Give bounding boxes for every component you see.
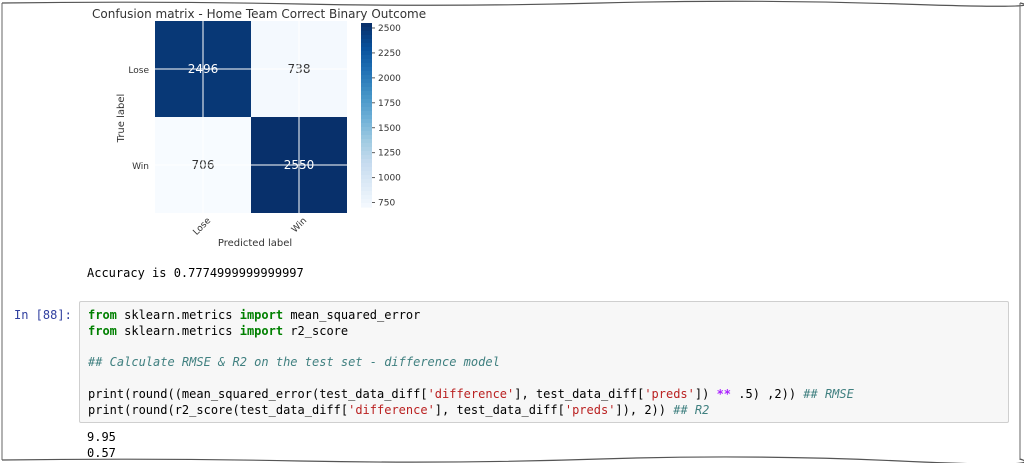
colorbar-segment bbox=[361, 23, 372, 28]
import-name: mean_squared_error bbox=[283, 308, 421, 322]
colorbar-segment bbox=[361, 167, 372, 172]
code-text: print(round(r2_score(test_data_diff[ bbox=[88, 403, 349, 417]
colorbar-segment bbox=[361, 79, 372, 84]
colorbar-segment bbox=[361, 203, 372, 208]
colorbar-segment bbox=[361, 91, 372, 96]
colorbar-segment bbox=[361, 191, 372, 196]
code-text: ], test_data_diff[ bbox=[514, 387, 645, 401]
r2-output: 0.57 bbox=[87, 446, 116, 460]
code-line-import-r2: from sklearn.metrics import r2_score bbox=[88, 324, 348, 338]
import-name: r2_score bbox=[283, 324, 349, 338]
y-tick-label: Lose bbox=[128, 66, 149, 76]
rmse-output: 9.95 bbox=[87, 430, 116, 444]
colorbar-segment bbox=[361, 135, 372, 140]
code-line-import-mse: from sklearn.metrics import mean_squared… bbox=[88, 308, 420, 322]
operator: ** bbox=[716, 387, 732, 401]
colorbar-segment bbox=[361, 43, 372, 48]
code-text: .5) ,2)) bbox=[731, 387, 804, 401]
accuracy-output: Accuracy is 0.7774999999999997 bbox=[87, 266, 304, 280]
colorbar-segment bbox=[361, 151, 372, 156]
colorbar-tick-label: 2500 bbox=[378, 24, 401, 34]
colorbar-segment bbox=[361, 71, 372, 76]
colorbar-segment bbox=[361, 87, 372, 92]
colorbar-segment bbox=[361, 99, 372, 104]
x-tick-label: Lose bbox=[191, 216, 213, 238]
colorbar-segment bbox=[361, 67, 372, 72]
module-name: sklearn.metrics bbox=[116, 324, 240, 338]
cell-prompt: In [88]: bbox=[14, 308, 72, 322]
x-axis-label: Predicted label bbox=[218, 238, 292, 249]
colorbar-segment bbox=[361, 119, 372, 124]
colorbar-segment bbox=[361, 51, 372, 56]
string-literal: 'difference' bbox=[427, 387, 515, 401]
notebook-page: Confusion matrix - Home Team Correct Bin… bbox=[0, 0, 1024, 463]
keyword-import: import bbox=[239, 308, 284, 322]
colorbar-segment bbox=[361, 95, 372, 100]
colorbar-segment bbox=[361, 107, 372, 112]
y-axis-label: True label bbox=[116, 94, 127, 144]
colorbar-tick-label: 2000 bbox=[378, 74, 401, 84]
code-line-rmse: print(round((mean_squared_error(test_dat… bbox=[88, 387, 854, 401]
colorbar-tick-label: 1750 bbox=[378, 99, 401, 109]
colorbar-segment bbox=[361, 31, 372, 36]
colorbar-segment bbox=[361, 195, 372, 200]
code-text: ], test_data_diff[ bbox=[434, 403, 565, 417]
string-literal: 'preds' bbox=[644, 387, 695, 401]
colorbar-segment bbox=[361, 35, 372, 40]
colorbar-segment bbox=[361, 143, 372, 148]
colorbar-tick-label: 750 bbox=[378, 199, 395, 209]
code-line-r2: print(round(r2_score(test_data_diff['dif… bbox=[88, 403, 709, 417]
colorbar-segment bbox=[361, 139, 372, 144]
colorbar-segment bbox=[361, 187, 372, 192]
x-tick-label: Win bbox=[290, 216, 309, 235]
confusion-matrix-chart: 24967387062550LoseWinLoseWinPredicted la… bbox=[116, 21, 401, 249]
colorbar-segment bbox=[361, 83, 372, 88]
colorbar-segment bbox=[361, 171, 372, 176]
colorbar-segment bbox=[361, 55, 372, 60]
keyword-import: import bbox=[239, 324, 284, 338]
colorbar-segment bbox=[361, 175, 372, 180]
inline-comment: ## RMSE bbox=[803, 387, 854, 401]
module-name: sklearn.metrics bbox=[116, 308, 240, 322]
colorbar-tick-label: 1000 bbox=[378, 174, 401, 184]
colorbar-segment bbox=[361, 127, 372, 132]
code-text: ]), 2)) bbox=[615, 403, 674, 417]
y-tick-label: Win bbox=[132, 162, 149, 172]
colorbar-segment bbox=[361, 115, 372, 120]
code-comment: ## Calculate RMSE & R2 on the test set -… bbox=[88, 355, 500, 369]
colorbar-segment bbox=[361, 147, 372, 152]
colorbar-segment bbox=[361, 199, 372, 204]
colorbar-tick-label: 1250 bbox=[378, 149, 401, 159]
colorbar-segment bbox=[361, 75, 372, 80]
colorbar-segment bbox=[361, 63, 372, 68]
keyword-from: from bbox=[88, 324, 117, 338]
code-text: print(round((mean_squared_error(test_dat… bbox=[88, 387, 428, 401]
keyword-from: from bbox=[88, 308, 117, 322]
colorbar-segment bbox=[361, 155, 372, 160]
colorbar-segment bbox=[361, 111, 372, 116]
colorbar-segment bbox=[361, 39, 372, 44]
colorbar-segment bbox=[361, 27, 372, 32]
colorbar-segment bbox=[361, 179, 372, 184]
colorbar-segment bbox=[361, 131, 372, 136]
string-literal: 'difference' bbox=[348, 403, 435, 417]
colorbar-segment bbox=[361, 183, 372, 188]
colorbar-segment bbox=[361, 163, 372, 168]
colorbar-segment bbox=[361, 47, 372, 52]
colorbar-tick-label: 1500 bbox=[378, 124, 401, 134]
string-literal: 'preds' bbox=[564, 403, 616, 417]
colorbar-segment bbox=[361, 123, 372, 128]
code-text: ]) bbox=[694, 387, 717, 401]
inline-comment: ## R2 bbox=[673, 403, 710, 417]
code-cell-editor[interactable]: from sklearn.metrics import mean_squared… bbox=[79, 301, 1009, 423]
colorbar-segment bbox=[361, 159, 372, 164]
colorbar-segment bbox=[361, 103, 372, 108]
colorbar-segment bbox=[361, 59, 372, 64]
colorbar-tick-label: 2250 bbox=[378, 49, 401, 59]
